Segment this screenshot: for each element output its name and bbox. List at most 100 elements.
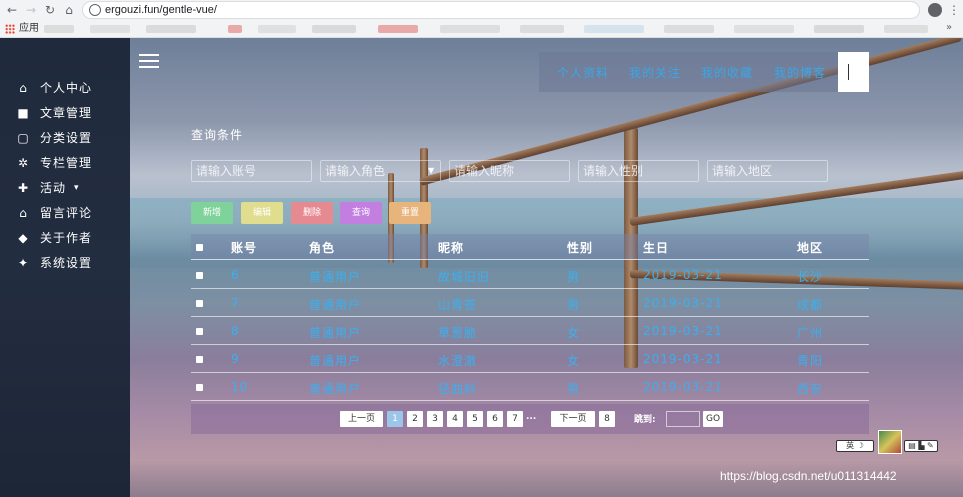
table-row[interactable]: 9 普通用户 水澄澈 女 2019-03-21 青阳 (191, 345, 869, 373)
bookmark-item[interactable] (440, 25, 500, 33)
row-checkbox[interactable] (196, 384, 203, 391)
sidebar-item-article-management[interactable]: ■ 文章管理 (16, 103, 126, 123)
text-caret (848, 64, 849, 80)
cell-gender: 女 (567, 354, 581, 368)
cell-nickname: 草葱脆 (438, 326, 478, 340)
address-bar[interactable]: ergouzi.fun/gentle-vue/ (82, 1, 920, 19)
cell-region: 广州 (797, 326, 824, 340)
cell-role: 普通用户 (309, 354, 362, 368)
row-checkbox[interactable] (196, 300, 203, 307)
role-select[interactable] (320, 160, 441, 182)
bookmarks-bar: 应用 » (0, 20, 963, 38)
row-checkbox[interactable] (196, 272, 203, 279)
prev-page-button[interactable]: 上一页 (340, 411, 383, 427)
column-header-gender[interactable]: 性别 (567, 239, 593, 256)
bookmark-item[interactable] (228, 25, 242, 33)
next-page-button[interactable]: 下一页 (551, 411, 595, 427)
site-info-icon[interactable] (89, 4, 101, 16)
delete-button[interactable]: 删除 (291, 202, 333, 224)
bookmark-item[interactable] (146, 25, 196, 33)
bookmark-item[interactable] (258, 25, 296, 33)
page-button-1[interactable]: 1 (387, 411, 403, 427)
page-button-last[interactable]: 8 (599, 411, 615, 427)
row-checkbox[interactable] (196, 328, 203, 335)
bookmark-item[interactable] (44, 25, 74, 33)
bookmark-item[interactable] (814, 25, 864, 33)
sidebar-item-comments[interactable]: ⌂ 留言评论 (16, 203, 126, 223)
page-button-6[interactable]: 6 (487, 411, 503, 427)
sidebar-item-system-settings[interactable]: ✦ 系统设置 (16, 253, 126, 273)
bookmark-item[interactable] (312, 25, 356, 33)
language-toggle[interactable]: 英 ☽ (836, 440, 874, 452)
sidebar-item-label: 活动 (40, 181, 67, 195)
language-label: 英 (846, 441, 855, 450)
column-header-nickname[interactable]: 昵称 (438, 239, 464, 256)
cell-nickname: 山青苍 (438, 298, 478, 312)
bookmark-item[interactable] (884, 25, 928, 33)
sidebar-item-label: 关于作者 (40, 231, 93, 245)
nav-link-blog[interactable]: 我的博客 (774, 64, 826, 81)
sidebar-item-about-author[interactable]: ◆ 关于作者 (16, 228, 126, 248)
apps-grid-icon[interactable] (5, 24, 15, 34)
table-row[interactable]: 10 普通用户 径曲斜 男 2019-03-21 西安 (191, 373, 869, 401)
bookmark-item[interactable] (584, 25, 644, 33)
bookmark-item[interactable] (664, 25, 714, 33)
sidebar-item-personal-center[interactable]: ⌂ 个人中心 (16, 78, 126, 98)
page-button-3[interactable]: 3 (427, 411, 443, 427)
table-row[interactable]: 7 普通用户 山青苍 男 2019-03-21 成都 (191, 289, 869, 317)
apps-label[interactable]: 应用 (19, 22, 39, 36)
column-header-region[interactable]: 地区 (797, 239, 823, 256)
widget-tools[interactable]: ▤ ▙ ✎ (904, 440, 938, 452)
nav-link-following[interactable]: 我的关注 (629, 64, 681, 81)
back-arrow-icon[interactable]: ← (4, 2, 20, 18)
jump-page-input[interactable] (666, 411, 700, 427)
reload-icon[interactable]: ↻ (42, 2, 58, 18)
page-button-2[interactable]: 2 (407, 411, 423, 427)
search-button[interactable]: 查询 (340, 202, 382, 224)
bookmark-item[interactable] (734, 25, 794, 33)
region-input[interactable] (707, 160, 828, 182)
reset-button[interactable]: 重置 (389, 202, 431, 224)
column-header-account[interactable]: 账号 (231, 239, 257, 256)
account-input[interactable] (191, 160, 312, 182)
sidebar-item-column-management[interactable]: ✲ 专栏管理 (16, 153, 126, 173)
nickname-input[interactable] (449, 160, 570, 182)
bookmark-item[interactable] (90, 25, 130, 33)
cell-gender: 男 (567, 270, 581, 284)
nav-link-profile[interactable]: 个人资料 (557, 64, 609, 81)
column-header-role[interactable]: 角色 (309, 239, 335, 256)
sidebar-item-category-settings[interactable]: ▢ 分类设置 (16, 128, 126, 148)
gender-input[interactable] (578, 160, 699, 182)
page-button-4[interactable]: 4 (447, 411, 463, 427)
edit-button[interactable]: 编辑 (241, 202, 283, 224)
cell-gender: 女 (567, 326, 581, 340)
page-button-5[interactable]: 5 (467, 411, 483, 427)
select-all-checkbox[interactable] (196, 244, 203, 251)
go-button[interactable]: GO (703, 411, 723, 427)
sidebar-item-label: 文章管理 (40, 106, 93, 120)
hamburger-menu-icon[interactable] (139, 54, 159, 68)
profile-avatar-icon[interactable] (928, 3, 942, 17)
bookmark-item[interactable] (378, 25, 418, 33)
home-browser-icon[interactable]: ⌂ (61, 2, 77, 18)
add-button[interactable]: 新增 (191, 202, 233, 224)
widget-thumbnail[interactable] (878, 430, 902, 454)
nav-search-input[interactable] (838, 52, 869, 92)
browser-menu-icon[interactable]: ⋮ (948, 2, 960, 18)
column-header-birthday[interactable]: 生日 (643, 239, 669, 256)
cell-nickname: 故城旧旧 (438, 270, 491, 284)
table-row[interactable]: 6 普通用户 故城旧旧 男 2019-03-21 长沙 (191, 261, 869, 289)
table-row[interactable]: 8 普通用户 草葱脆 女 2019-03-21 广州 (191, 317, 869, 345)
bookmarks-overflow-icon[interactable]: » (946, 22, 952, 33)
dropbox-icon: ◆ (18, 231, 28, 245)
row-checkbox[interactable] (196, 356, 203, 363)
pagination: 上一页 1 2 3 4 5 6 7 ... 下一页 8 跳到: GO (191, 404, 869, 434)
browser-toolbar: ← → ↻ ⌂ ergouzi.fun/gentle-vue/ ⋮ (0, 0, 963, 20)
bookmark-item[interactable] (520, 25, 564, 33)
cell-account: 7 (231, 296, 240, 310)
chevron-down-icon[interactable]: ▼ (428, 166, 438, 176)
sidebar-item-activity[interactable]: ✚ 活动 ▾ (16, 178, 126, 198)
page-button-7[interactable]: 7 (507, 411, 523, 427)
nav-link-favorites[interactable]: 我的收藏 (701, 64, 753, 81)
forward-arrow-icon[interactable]: → (23, 2, 39, 18)
